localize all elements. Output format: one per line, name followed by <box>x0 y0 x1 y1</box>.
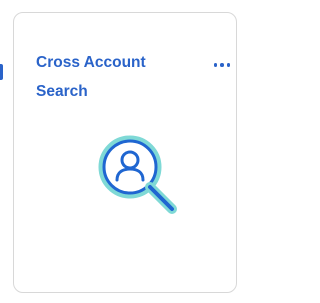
more-dot <box>226 63 231 67</box>
selection-indicator <box>0 64 3 80</box>
user-search-icon <box>98 135 177 214</box>
cross-account-search-card[interactable]: Cross Account Search <box>13 12 237 293</box>
more-dot <box>220 63 224 67</box>
card-title: Cross Account Search <box>36 54 146 100</box>
more-horizontal-icon <box>213 63 218 67</box>
more-options-button[interactable] <box>207 55 237 75</box>
